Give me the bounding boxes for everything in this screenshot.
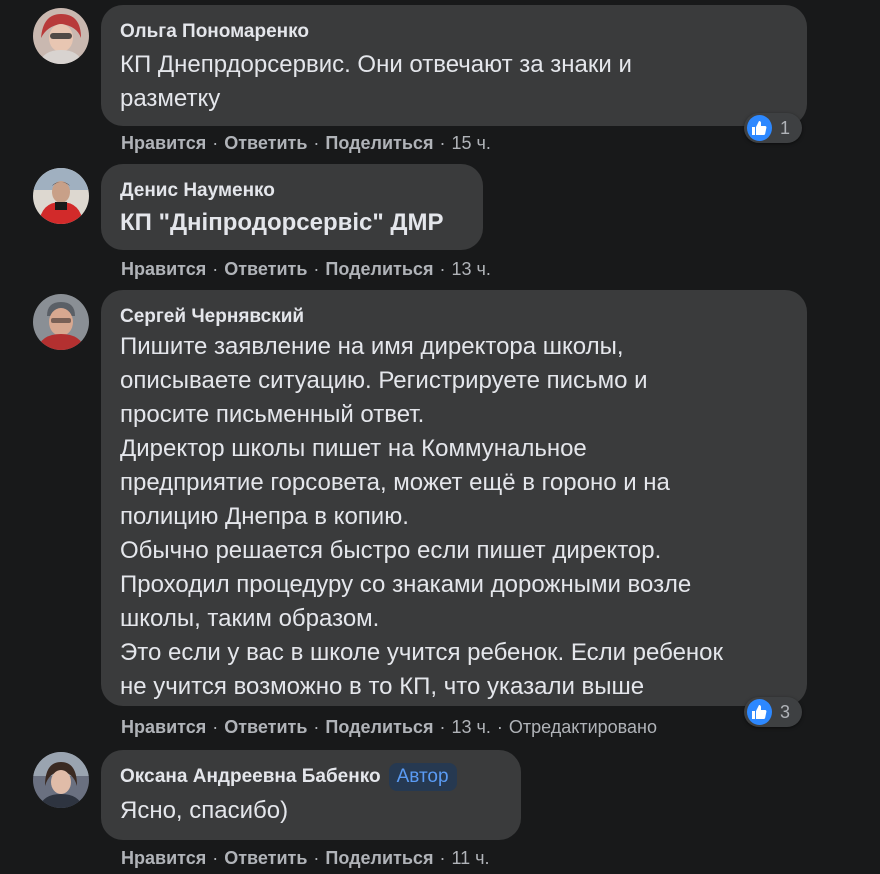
reaction-count[interactable]: 3 [744, 697, 802, 727]
like-button[interactable]: Нравится [121, 133, 206, 153]
comment-actions: Нравится · Ответить · Поделиться · 13 ч. [121, 259, 491, 279]
comment-text: Ясно, спасибо) [120, 797, 289, 824]
like-icon [747, 699, 772, 725]
share-button[interactable]: Поделиться [325, 259, 433, 279]
timestamp[interactable]: 13 ч. [451, 259, 490, 279]
reply-button[interactable]: Ответить [224, 717, 307, 737]
comment-actions: Нравится · Ответить · Поделиться · 15 ч. [121, 133, 491, 153]
comment-author[interactable]: Оксана Андреевна Бабенко [120, 766, 381, 788]
timestamp[interactable]: 11 ч. [451, 848, 489, 868]
author-badge: Автор [388, 763, 457, 791]
comment-author[interactable]: Ольга Пономаренко [120, 21, 309, 43]
comment-text: КП "Дніпродорсервіс" ДМР [120, 209, 444, 236]
comment-text: Пишите заявление на имя директора школы,… [120, 333, 724, 700]
like-button[interactable]: Нравится [121, 717, 206, 737]
reaction-count[interactable]: 1 [744, 113, 802, 143]
avatar[interactable] [33, 168, 89, 224]
share-button[interactable]: Поделиться [325, 717, 433, 737]
avatar[interactable] [33, 294, 89, 350]
comment-bubble: Оксана Андреевна Бабенко Автор Ясно, спа… [101, 750, 521, 840]
like-icon [747, 115, 772, 141]
timestamp[interactable]: 15 ч. [451, 133, 490, 153]
comment-actions: Нравится · Ответить · Поделиться · 13 ч. · Отред… [121, 717, 657, 737]
avatar[interactable] [33, 752, 89, 808]
timestamp[interactable]: 13 ч. [451, 717, 490, 737]
comment-author[interactable]: Денис Науменко [120, 180, 275, 202]
comment-actions: Нравится · Ответить · Поделиться · 11 ч. [121, 848, 490, 868]
avatar[interactable] [33, 8, 89, 64]
reply-button[interactable]: Ответить [224, 848, 307, 868]
comment-bubble: Ольга Пономаренко КП Днепрдорсервис. Они… [101, 5, 807, 126]
share-button[interactable]: Поделиться [325, 133, 433, 153]
reply-button[interactable]: Ответить [224, 259, 307, 279]
comment-text: КП Днепрдорсервис. Они отвечают за знаки… [120, 51, 632, 112]
reply-button[interactable]: Ответить [224, 133, 307, 153]
like-button[interactable]: Нравится [121, 259, 206, 279]
edited-label: Отредактировано [508, 717, 657, 737]
comment-bubble: Денис Науменко КП "Дніпродорсервіс" ДМР [101, 164, 483, 250]
share-button[interactable]: Поделиться [325, 848, 433, 868]
comment-author[interactable]: Сергей Чернявский [120, 306, 304, 328]
like-button[interactable]: Нравится [121, 848, 206, 868]
comment-bubble: Сергей Чернявский Пишите заявление на им… [101, 290, 807, 706]
